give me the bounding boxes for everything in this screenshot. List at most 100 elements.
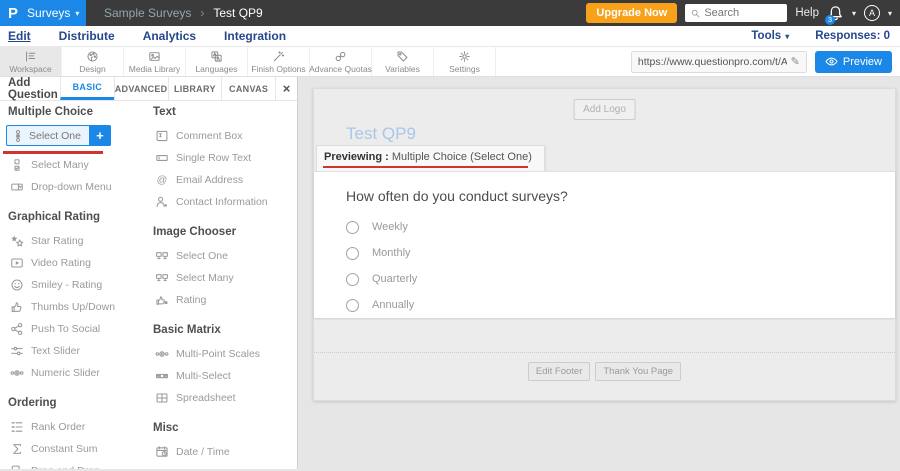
answer-option-monthly[interactable]: Monthly (346, 240, 895, 266)
toolbar-design[interactable]: Design (62, 47, 124, 76)
survey-header: Add Logo Test QP9 (314, 89, 895, 145)
section-graphical-rating: Graphical RatingStar RatingVideo RatingS… (0, 211, 140, 384)
qtype-label: Select One (176, 250, 228, 262)
toolbar-variables[interactable]: Variables (372, 47, 434, 76)
qtype-single-row-text[interactable]: Single Row Text (145, 147, 297, 169)
help-link[interactable]: Help (795, 7, 819, 19)
multipoint-icon (154, 347, 169, 361)
toolbar-button-label: Workspace (9, 64, 51, 74)
qtype-label: Drop-down Menu (31, 181, 112, 193)
survey-nav-items: Edit Distribute Analytics Integration (0, 29, 286, 43)
nav-edit[interactable]: Edit (8, 29, 31, 43)
product-menu[interactable]: Surveys ▾ (27, 6, 79, 20)
radio-button[interactable] (346, 247, 359, 260)
chevron-down-icon[interactable]: ▾ (888, 9, 892, 18)
qtype-smiley-rating[interactable]: Smiley - Rating (0, 274, 140, 296)
answer-option-label: Quarterly (372, 273, 417, 285)
answer-option-weekly[interactable]: Weekly (346, 214, 895, 240)
qtype-email-address[interactable]: @Email Address (145, 169, 297, 191)
radio-button[interactable] (346, 299, 359, 312)
toolbar-advance-quotas[interactable]: Advance Quotas (310, 47, 372, 76)
qtype-spreadsheet[interactable]: Spreadsheet (145, 387, 297, 409)
tab-advanced[interactable]: ADVANCED (114, 77, 168, 100)
answer-option-label: Weekly (372, 221, 408, 233)
tab-library[interactable]: LIBRARY (168, 77, 222, 100)
qtype-star-rating[interactable]: Star Rating (0, 230, 140, 252)
add-question-button[interactable]: + (89, 125, 111, 146)
question-types-column-1: Multiple ChoiceSelect One+Select ManyDro… (0, 101, 140, 469)
qtype-contact-information[interactable]: Contact Information (145, 191, 297, 213)
avatar[interactable]: A (864, 5, 880, 21)
answer-option-annually[interactable]: Annually (346, 292, 895, 318)
toolbar-button-label: Settings (449, 64, 480, 74)
edit-footer-button[interactable]: Edit Footer (528, 362, 590, 381)
qtype-rating[interactable]: Rating (145, 289, 297, 311)
qtype-push-to-social[interactable]: Push To Social (0, 318, 140, 340)
chevron-down-icon[interactable]: ▾ (852, 9, 856, 18)
notifications-button[interactable]: 3 (827, 5, 844, 22)
panel-header: Add Question BASICADVANCEDLIBRARYCANVAS … (0, 77, 297, 101)
qtype-select-many[interactable]: Select Many (0, 154, 140, 176)
nav-integration[interactable]: Integration (224, 29, 286, 43)
sigma-icon (9, 442, 24, 456)
tools-menu[interactable]: Tools ▾ (751, 30, 789, 42)
edit-url-icon[interactable]: ✎ (791, 55, 800, 68)
qtype-constant-sum[interactable]: Constant Sum (0, 438, 140, 460)
question-type-lists: Multiple ChoiceSelect One+Select ManyDro… (0, 101, 297, 469)
radio-list-icon (10, 129, 25, 143)
email-icon: @ (154, 173, 169, 187)
toolbar-languages[interactable]: Languages (186, 47, 248, 76)
qtype-select-one[interactable]: Select One+ (6, 125, 111, 146)
responses-count[interactable]: Responses: 0 (815, 30, 890, 42)
qtype-drag-and-drop[interactable]: Drag and Drop (0, 460, 140, 470)
contact-icon (154, 195, 169, 209)
radio-button[interactable] (346, 273, 359, 286)
tab-basic[interactable]: BASIC (60, 77, 114, 100)
nav-distribute[interactable]: Distribute (59, 29, 115, 43)
qtype-label: Thumbs Up/Down (31, 301, 115, 313)
thumbs-icon (9, 300, 24, 314)
question-text[interactable]: How often do you conduct surveys? (346, 188, 895, 204)
qtype-label: Multi-Select (176, 370, 231, 382)
add-logo-button[interactable]: Add Logo (573, 99, 636, 120)
question-types-column-2: TextComment BoxSingle Row Text@Email Add… (140, 101, 297, 469)
answer-option-quarterly[interactable]: Quarterly (346, 266, 895, 292)
search-box[interactable] (685, 4, 787, 22)
qtype-rank-order[interactable]: Rank Order (0, 416, 140, 438)
survey-url-input[interactable] (638, 56, 787, 68)
toolbar-finish-options[interactable]: Finish Options (248, 47, 310, 76)
qtype-captcha[interactable]: Captcha (145, 463, 297, 469)
toolbar-button-label: Media Library (129, 64, 181, 74)
tab-canvas[interactable]: CANVAS (221, 77, 275, 100)
qtype-thumbs-up-down[interactable]: Thumbs Up/Down (0, 296, 140, 318)
qtype-select-one[interactable]: Select One (145, 245, 297, 267)
qtype-drop-down-menu[interactable]: Drop-down Menu (0, 176, 140, 198)
survey-title[interactable]: Test QP9 (346, 124, 416, 144)
dropdown-icon (9, 180, 24, 194)
radio-button[interactable] (346, 221, 359, 234)
qtype-select-many[interactable]: Select Many (145, 267, 297, 289)
rank-icon (9, 420, 24, 434)
check-list-icon (9, 158, 24, 172)
nav-analytics[interactable]: Analytics (143, 29, 196, 43)
qtype-multi-point-scales[interactable]: Multi-Point Scales (145, 343, 297, 365)
search-input[interactable] (704, 7, 782, 19)
qtype-video-rating[interactable]: Video Rating (0, 252, 140, 274)
close-panel-button[interactable]: × (275, 77, 297, 100)
variables-icon (396, 50, 409, 63)
survey-nav-right: Tools ▾ Responses: 0 (751, 30, 900, 42)
qtype-label: Select One (25, 130, 89, 142)
preview-button[interactable]: Preview (815, 51, 892, 73)
qtype-date-time[interactable]: Date / Time (145, 441, 297, 463)
upgrade-now-button[interactable]: Upgrade Now (586, 3, 677, 23)
toolbar-settings[interactable]: Settings (434, 47, 496, 76)
qtype-numeric-slider[interactable]: Numeric Slider (0, 362, 140, 384)
toolbar-workspace[interactable]: Workspace (0, 47, 62, 76)
thank-you-page-button[interactable]: Thank You Page (595, 362, 681, 381)
qtype-text-slider[interactable]: Text Slider (0, 340, 140, 362)
qtype-comment-box[interactable]: Comment Box (145, 125, 297, 147)
qtype-multi-select[interactable]: Multi-Select (145, 365, 297, 387)
toolbar-media-library[interactable]: Media Library (124, 47, 186, 76)
brand-area[interactable]: P Surveys ▾ (0, 0, 86, 26)
breadcrumb-parent[interactable]: Sample Surveys (104, 6, 191, 20)
